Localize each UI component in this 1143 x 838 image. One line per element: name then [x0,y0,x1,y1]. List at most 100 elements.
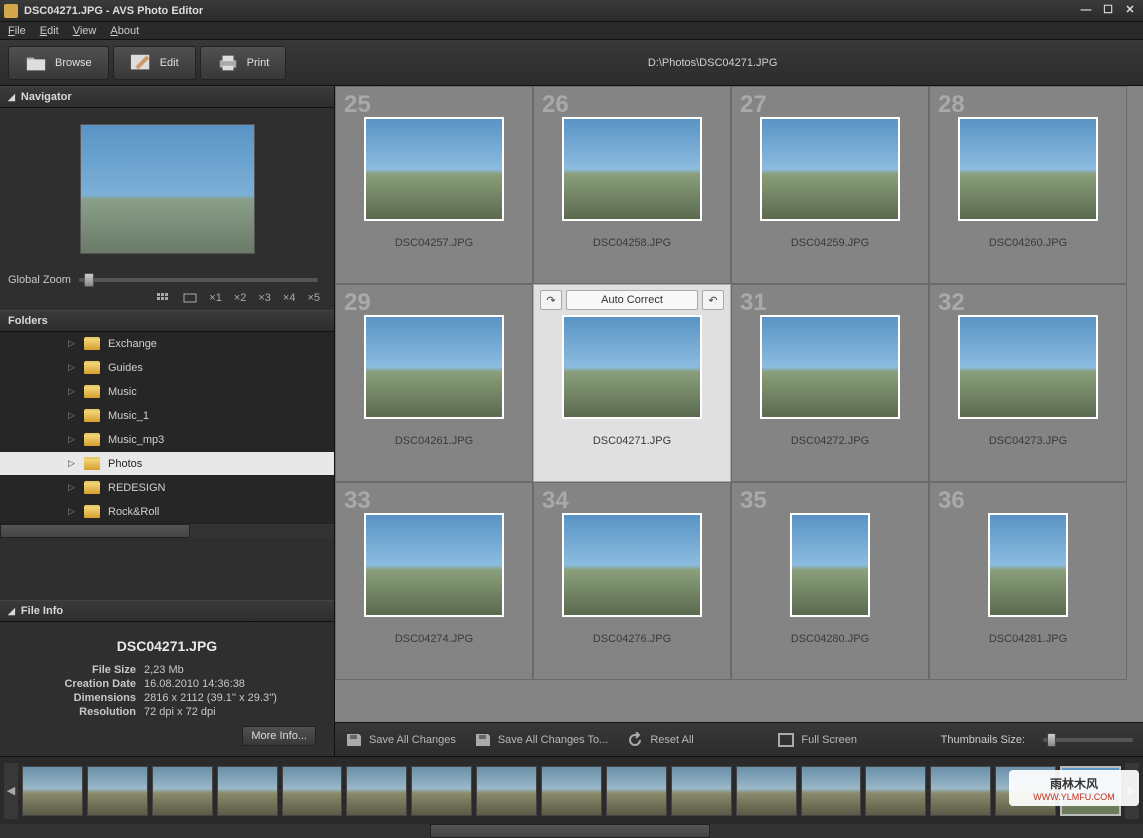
thumb-index: 34 [542,487,569,515]
fileinfo-header[interactable]: ◢File Info [0,600,334,622]
rotate-right-button[interactable]: ↷ [540,290,562,310]
save-to-icon [474,732,492,748]
thumb-image [988,513,1068,617]
thumb-filename: DSC04261.JPG [395,435,473,447]
folder-item-redesign[interactable]: ▷REDESIGN [0,476,334,500]
thumb-index: 25 [344,91,371,119]
filmstrip-thumb[interactable] [152,766,213,816]
thumb-size-slider[interactable] [1043,738,1133,742]
app-icon [4,4,18,18]
more-info-button[interactable]: More Info... [242,726,316,746]
fileinfo-panel: DSC04271.JPG File Size2,23 Mb Creation D… [0,622,334,756]
thumb-filename: DSC04260.JPG [989,237,1067,249]
folder-icon [84,457,100,470]
filmstrip-thumb[interactable] [87,766,148,816]
thumbnail-DSC04280.JPG[interactable]: 35 DSC04280.JPG [731,482,929,680]
folder-icon [84,505,100,518]
folder-item-music_1[interactable]: ▷Music_1 [0,404,334,428]
thumbnail-DSC04258.JPG[interactable]: 26DSC04258.JPG [533,86,731,284]
thumb-filename: DSC04276.JPG [593,633,671,645]
save-all-button[interactable]: Save All Changes [345,732,456,748]
menu-view[interactable]: View [73,25,97,37]
folder-tree: ▷Exchange▷Guides▷Music▷Music_1▷Music_mp3… [0,332,334,524]
filmstrip-thumb[interactable] [476,766,537,816]
grid-icon[interactable] [157,293,171,303]
thumb-image [958,315,1098,419]
thumbnail-DSC04271.JPG[interactable]: ↷Auto Correct↶DSC04271.JPG [533,284,731,482]
minimize-button[interactable]: — [1077,4,1095,18]
thumbnail-DSC04276.JPG[interactable]: 34 DSC04276.JPG [533,482,731,680]
navigator-preview[interactable] [80,124,255,254]
thumbnail-DSC04273.JPG[interactable]: 32DSC04273.JPG [929,284,1127,482]
zoom-slider[interactable] [79,278,318,282]
thumbnail-DSC04272.JPG[interactable]: 31DSC04272.JPG [731,284,929,482]
thumb-index: 26 [542,91,569,119]
thumb-image [790,513,870,617]
navigator-panel [0,108,334,270]
thumbnail-DSC04259.JPG[interactable]: 27DSC04259.JPG [731,86,929,284]
thumb-filename: DSC04280.JPG [791,633,869,645]
filmstrip-thumb[interactable] [736,766,797,816]
expand-arrow-icon: ▷ [68,458,76,469]
edit-button[interactable]: Edit [113,46,196,80]
browse-button[interactable]: Browse [8,46,109,80]
filmstrip-thumb[interactable] [282,766,343,816]
fullscreen-button[interactable]: Full Screen [777,732,857,748]
save-icon [345,732,363,748]
folders-header[interactable]: Folders [0,310,334,332]
thumb-index: 28 [938,91,965,119]
thumbnail-grid: 25DSC04257.JPG26DSC04258.JPG27DSC04259.J… [335,86,1143,722]
thumb-image [364,513,504,617]
maximize-button[interactable]: ☐ [1099,4,1117,18]
filmstrip-thumb[interactable] [22,766,83,816]
folder-item-rock&roll[interactable]: ▷Rock&Roll [0,500,334,524]
thumbnail-DSC04257.JPG[interactable]: 25DSC04257.JPG [335,86,533,284]
filmstrip-thumb[interactable] [801,766,862,816]
rotate-left-button[interactable]: ↶ [702,290,724,310]
thumb-index: 33 [344,487,371,515]
folder-icon [84,337,100,350]
thumbnail-DSC04274.JPG[interactable]: 33DSC04274.JPG [335,482,533,680]
filmstrip-thumb[interactable] [671,766,732,816]
filmstrip-thumb[interactable] [930,766,991,816]
menu-file[interactable]: File [8,25,26,37]
filmstrip-thumb[interactable] [865,766,926,816]
folder-item-music_mp3[interactable]: ▷Music_mp3 [0,428,334,452]
fit-icon[interactable] [183,293,197,303]
folder-label: Photos [108,458,142,470]
reset-all-button[interactable]: Reset All [626,732,693,748]
folder-icon [84,433,100,446]
expand-arrow-icon: ▷ [68,386,76,397]
filmstrip-thumb[interactable] [541,766,602,816]
thumb-image [562,117,702,221]
auto-correct-button[interactable]: Auto Correct [566,290,698,310]
fileinfo-filename: DSC04271.JPG [14,638,320,654]
menu-edit[interactable]: Edit [40,25,59,37]
folder-item-photos[interactable]: ▷ Photos [0,452,334,476]
thumb-size-label: Thumbnails Size: [941,734,1025,746]
filmstrip-prev[interactable]: ◀ [4,763,18,819]
print-button[interactable]: Print [200,46,287,80]
folder-item-music[interactable]: ▷Music [0,380,334,404]
thumbnail-DSC04281.JPG[interactable]: 36DSC04281.JPG [929,482,1127,680]
thumb-index: 27 [740,91,767,119]
filmstrip-thumb[interactable] [346,766,407,816]
expand-arrow-icon: ▷ [68,410,76,421]
menu-bar: File Edit View About [0,22,1143,40]
close-button[interactable]: ✕ [1121,4,1139,18]
folder-item-guides[interactable]: ▷Guides [0,356,334,380]
navigator-header[interactable]: ◢Navigator [0,86,334,108]
save-all-to-button[interactable]: Save All Changes To... [474,732,608,748]
thumbnail-DSC04260.JPG[interactable]: 28 DSC04260.JPG [929,86,1127,284]
folder-item-exchange[interactable]: ▷Exchange [0,332,334,356]
thumbnail-DSC04261.JPG[interactable]: 29DSC04261.JPG [335,284,533,482]
filmstrip-scrollbar[interactable] [0,824,1143,838]
expand-arrow-icon: ▷ [68,506,76,517]
filmstrip-thumb[interactable] [217,766,278,816]
thumb-index: 35 [740,487,767,515]
folder-scrollbar[interactable] [0,524,334,538]
menu-about[interactable]: About [110,25,139,37]
filmstrip-thumb[interactable] [606,766,667,816]
filmstrip-thumb[interactable] [411,766,472,816]
undo-icon [626,732,644,748]
